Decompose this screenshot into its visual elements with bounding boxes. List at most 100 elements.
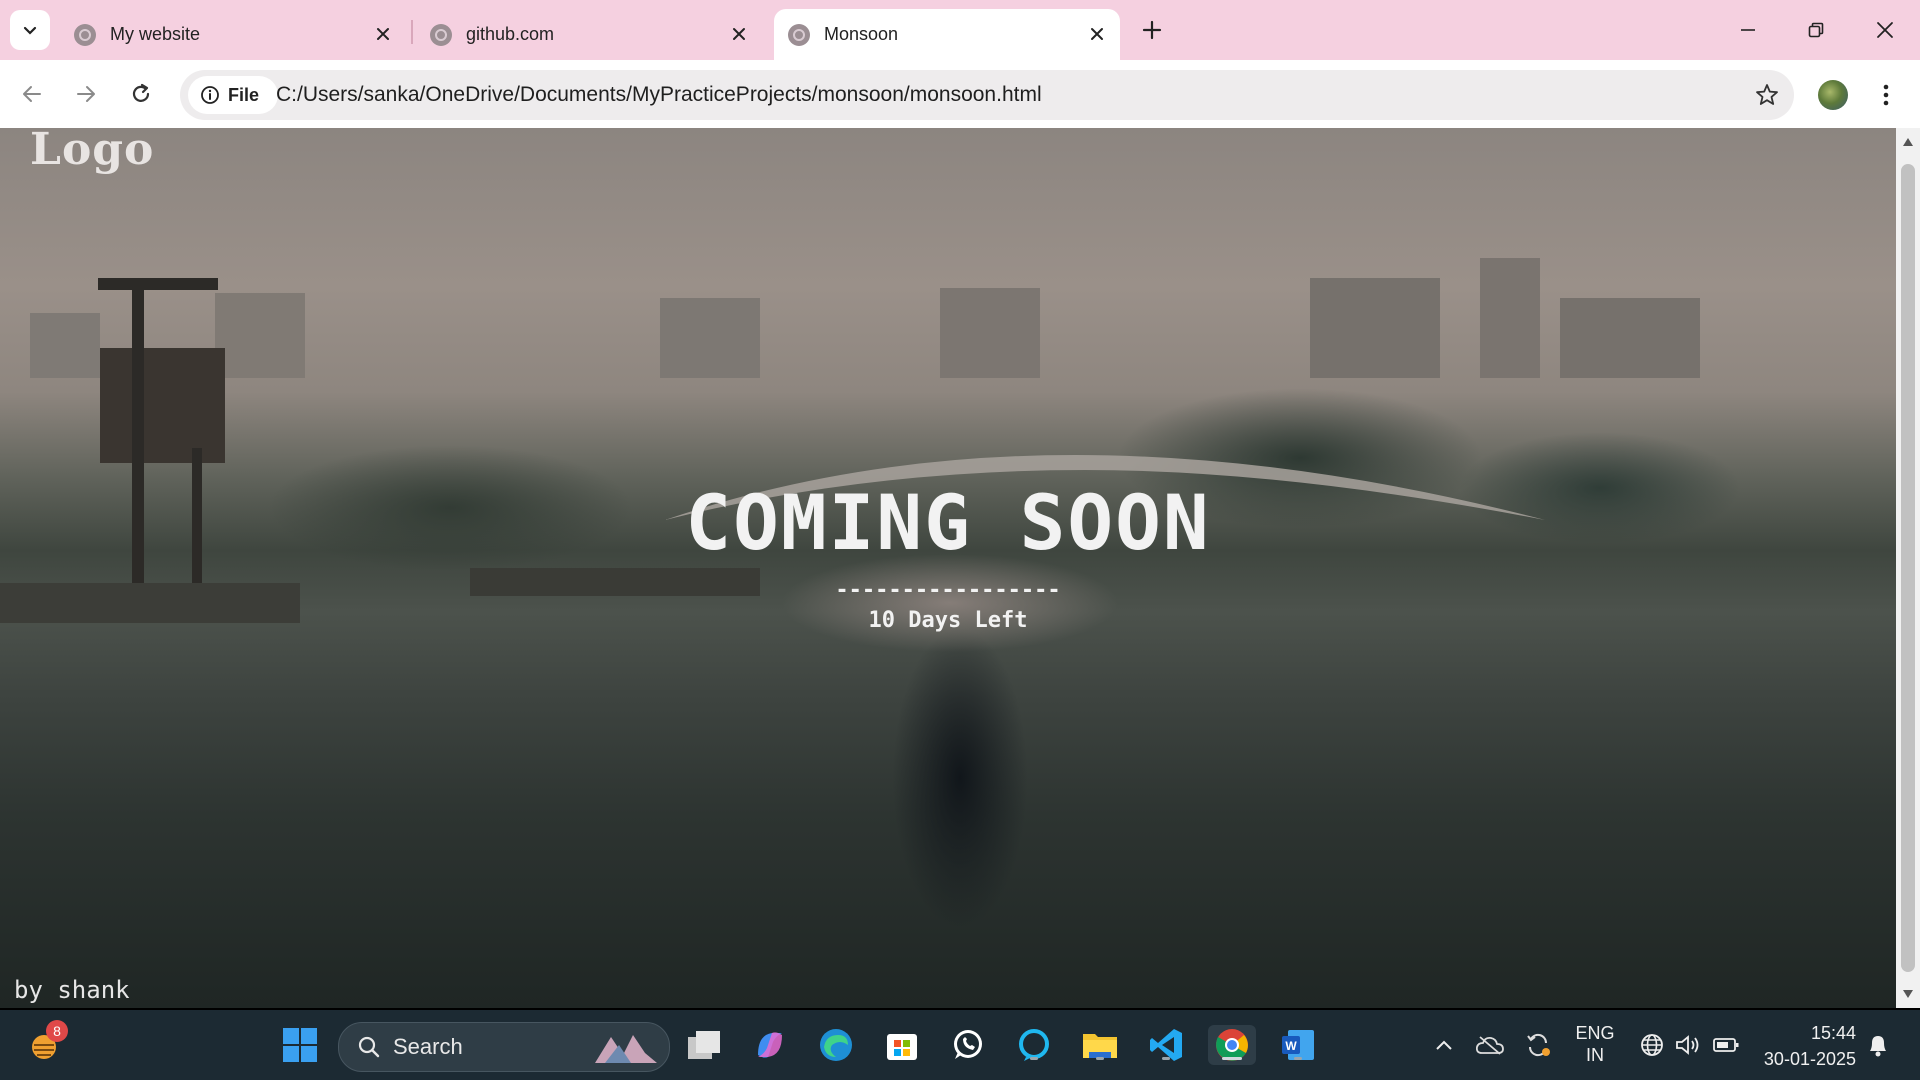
- start-button[interactable]: [280, 1025, 320, 1065]
- edge-app[interactable]: [816, 1025, 856, 1065]
- tab-monsoon[interactable]: Monsoon: [774, 9, 1120, 60]
- triangle-up-icon: [1903, 138, 1913, 146]
- active-indicator: [1222, 1057, 1242, 1060]
- close-icon: [377, 28, 389, 40]
- clock-date: 30-01-2025: [1763, 1049, 1856, 1069]
- globe-icon: [74, 23, 96, 46]
- back-button[interactable]: [14, 76, 50, 112]
- close-icon: [733, 28, 745, 40]
- sync-icon: [1527, 1033, 1550, 1057]
- tab-my-website[interactable]: My website: [60, 9, 406, 60]
- language-indicator[interactable]: ENG IN: [1570, 1022, 1620, 1066]
- minimize-button[interactable]: [1720, 8, 1776, 52]
- tab-search-button[interactable]: [10, 10, 50, 50]
- show-hidden-icons-button[interactable]: [1424, 1025, 1464, 1065]
- tab-title: github.com: [466, 24, 555, 44]
- search-placeholder: Search: [393, 1034, 463, 1059]
- triangle-down-icon: [1903, 990, 1913, 998]
- task-view-icon: [688, 1031, 720, 1059]
- vscode-app[interactable]: [1146, 1025, 1186, 1065]
- cloud-icon: [1476, 1036, 1504, 1055]
- reload-icon: [132, 83, 150, 102]
- task-view-button[interactable]: [684, 1025, 724, 1065]
- chrome-app[interactable]: [1208, 1025, 1256, 1065]
- windows-logo-icon: [283, 1028, 317, 1062]
- close-tab-button[interactable]: [372, 23, 394, 45]
- restore-button[interactable]: [1788, 8, 1844, 52]
- close-icon: [1091, 28, 1103, 40]
- running-indicator: [1162, 1057, 1170, 1060]
- onedrive-tray[interactable]: [1470, 1025, 1510, 1065]
- heading-divider: -----------------: [835, 578, 1061, 603]
- tab-strip: My website github.com Monsoon: [0, 0, 1920, 60]
- bookmark-star-icon[interactable]: [1754, 82, 1780, 108]
- clock[interactable]: 15:44 30-01-2025: [1756, 1020, 1856, 1072]
- countdown-text: 10 Days Left: [868, 608, 1028, 633]
- windows-taskbar: 8 Search W ENG IN 15:44 30-01-2025: [0, 1010, 1920, 1080]
- restore-icon: [1808, 22, 1824, 38]
- taskbar-search-box[interactable]: Search: [338, 1022, 670, 1072]
- store-icon: [887, 1034, 917, 1060]
- tab-title: My website: [110, 24, 201, 44]
- speaker-icon: [1676, 1035, 1699, 1055]
- tab-separator: [411, 20, 413, 44]
- forward-button[interactable]: [68, 76, 104, 112]
- profile-avatar[interactable]: [1818, 80, 1848, 110]
- site-info-chip[interactable]: File: [188, 76, 278, 114]
- chevron-up-icon: [1436, 1040, 1452, 1050]
- background-scene-image: [30, 258, 1700, 378]
- running-indicator: [1294, 1057, 1302, 1060]
- alexa-app[interactable]: [1014, 1025, 1054, 1065]
- bell-icon: [1870, 1036, 1886, 1057]
- notification-count-badge: 8: [46, 1020, 68, 1042]
- file-explorer-app[interactable]: [1080, 1025, 1120, 1065]
- site-chip-label: File: [228, 84, 260, 105]
- close-tab-button[interactable]: [1086, 23, 1108, 45]
- whatsapp-icon: [954, 1030, 982, 1059]
- plus-icon: [1142, 20, 1162, 40]
- copilot-app[interactable]: [750, 1025, 790, 1065]
- url-text[interactable]: C:/Users/sanka/OneDrive/Documents/MyPrac…: [276, 83, 1042, 107]
- notifications-button[interactable]: [1858, 1025, 1898, 1065]
- minimize-icon: [1741, 29, 1755, 31]
- language-code: ENG: [1575, 1023, 1615, 1043]
- edge-icon: [820, 1029, 852, 1061]
- globe-icon: [788, 23, 810, 46]
- site-logo[interactable]: Logo: [30, 128, 154, 175]
- globe-icon: [430, 23, 452, 46]
- scroll-down-button[interactable]: [1896, 982, 1920, 1006]
- search-icon: [358, 1036, 380, 1058]
- volume-tray[interactable]: [1668, 1025, 1708, 1065]
- reload-button[interactable]: [123, 76, 159, 112]
- arrow-left-icon: [23, 86, 41, 102]
- close-icon: [1877, 22, 1893, 38]
- signpost-decor: [98, 278, 218, 290]
- new-tab-button[interactable]: [1136, 14, 1168, 46]
- page-viewport: Logo COMING SOON ----------------- 10 Da…: [0, 128, 1896, 1008]
- close-window-button[interactable]: [1857, 8, 1913, 52]
- close-tab-button[interactable]: [728, 23, 750, 45]
- network-tray[interactable]: [1632, 1025, 1672, 1065]
- info-icon: [201, 86, 219, 104]
- tab-github[interactable]: github.com: [416, 9, 762, 60]
- tab-title: Monsoon: [824, 24, 899, 44]
- whatsapp-app[interactable]: [948, 1025, 988, 1065]
- arrow-right-icon: [77, 86, 95, 102]
- vertical-scrollbar[interactable]: [1896, 128, 1920, 1008]
- chevron-down-icon: [23, 26, 37, 35]
- author-credit: by shank: [14, 976, 130, 1004]
- browser-menu-button[interactable]: [1875, 78, 1897, 112]
- signboard-decor: [100, 348, 225, 463]
- microsoft-store-app[interactable]: [882, 1025, 922, 1065]
- scrollbar-thumb[interactable]: [1901, 164, 1915, 972]
- address-bar[interactable]: File C:/Users/sanka/OneDrive/Documents/M…: [180, 70, 1794, 120]
- sync-tray[interactable]: [1518, 1025, 1558, 1065]
- search-highlight-image: [595, 1035, 657, 1063]
- scroll-up-button[interactable]: [1896, 130, 1920, 154]
- coming-soon-heading: COMING SOON: [685, 478, 1211, 567]
- running-indicator: [1030, 1057, 1038, 1060]
- globe-icon: [1641, 1034, 1663, 1056]
- battery-tray[interactable]: [1706, 1025, 1746, 1065]
- clock-time: 15:44: [1810, 1023, 1856, 1043]
- word-app[interactable]: W: [1278, 1025, 1318, 1065]
